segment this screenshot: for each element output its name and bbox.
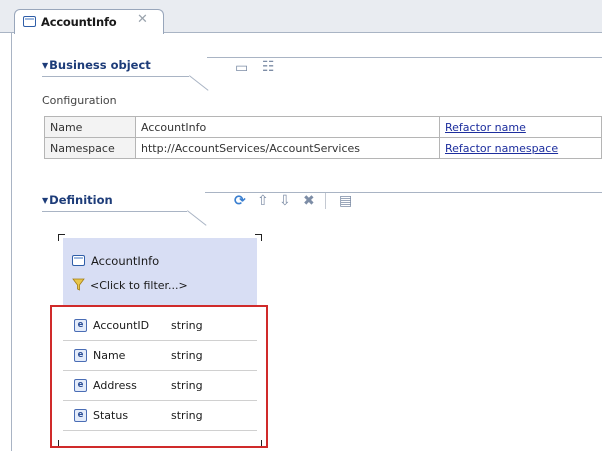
editor-tab-accountinfo[interactable]: AccountInfo ✕ — [14, 9, 164, 34]
name-field[interactable]: AccountInfo — [135, 116, 440, 138]
fields-highlight-box — [50, 305, 268, 448]
business-object-header: AccountInfo <Click to filter...> — [63, 238, 257, 306]
filter-icon — [72, 278, 85, 291]
add-field-icon[interactable]: ⟳ — [234, 194, 246, 208]
collapse-twisty-icon[interactable]: ▼ — [42, 61, 48, 70]
section-underline — [42, 76, 189, 77]
toolbar-separator — [325, 193, 326, 209]
configuration-label: Configuration — [42, 94, 117, 107]
business-object-name[interactable]: AccountInfo — [91, 254, 159, 268]
editor-tab-strip: AccountInfo ✕ — [0, 0, 602, 34]
definition-section-title: Definition — [49, 193, 113, 207]
collapse-twisty-icon[interactable]: ▼ — [42, 196, 48, 205]
name-label: Name — [44, 116, 136, 138]
close-icon[interactable]: ✕ — [137, 12, 148, 27]
properties-icon[interactable]: ▤ — [339, 194, 352, 208]
business-object-icon — [72, 255, 85, 266]
move-up-icon[interactable]: ⇧ — [257, 194, 269, 208]
namespace-label: Namespace — [44, 137, 136, 159]
configuration-table: Name AccountInfo Refactor name Namespace… — [44, 116, 602, 159]
tree-view-icon[interactable]: ☷ — [262, 60, 275, 74]
delete-icon[interactable]: ✖ — [303, 194, 315, 208]
business-object-section-title: Business object — [49, 58, 151, 72]
table-row: Namespace http://AccountServices/Account… — [44, 137, 602, 159]
refactor-name-link[interactable]: Refactor name — [445, 121, 526, 134]
table-row: Name AccountInfo Refactor name — [44, 116, 602, 138]
namespace-field[interactable]: http://AccountServices/AccountServices — [135, 137, 440, 159]
table-view-icon[interactable]: ▭ — [235, 61, 248, 75]
section-topline — [207, 57, 602, 58]
business-object-section-header[interactable]: ▼Business object — [42, 58, 151, 72]
refactor-namespace-link[interactable]: Refactor namespace — [445, 142, 558, 155]
business-object-icon — [23, 16, 36, 27]
move-down-icon[interactable]: ⇩ — [279, 194, 291, 208]
section-underline — [42, 211, 187, 212]
definition-section-header[interactable]: ▼Definition — [42, 193, 113, 207]
editor-tab-label: AccountInfo — [41, 15, 117, 29]
filter-input[interactable]: <Click to filter...> — [90, 279, 188, 292]
